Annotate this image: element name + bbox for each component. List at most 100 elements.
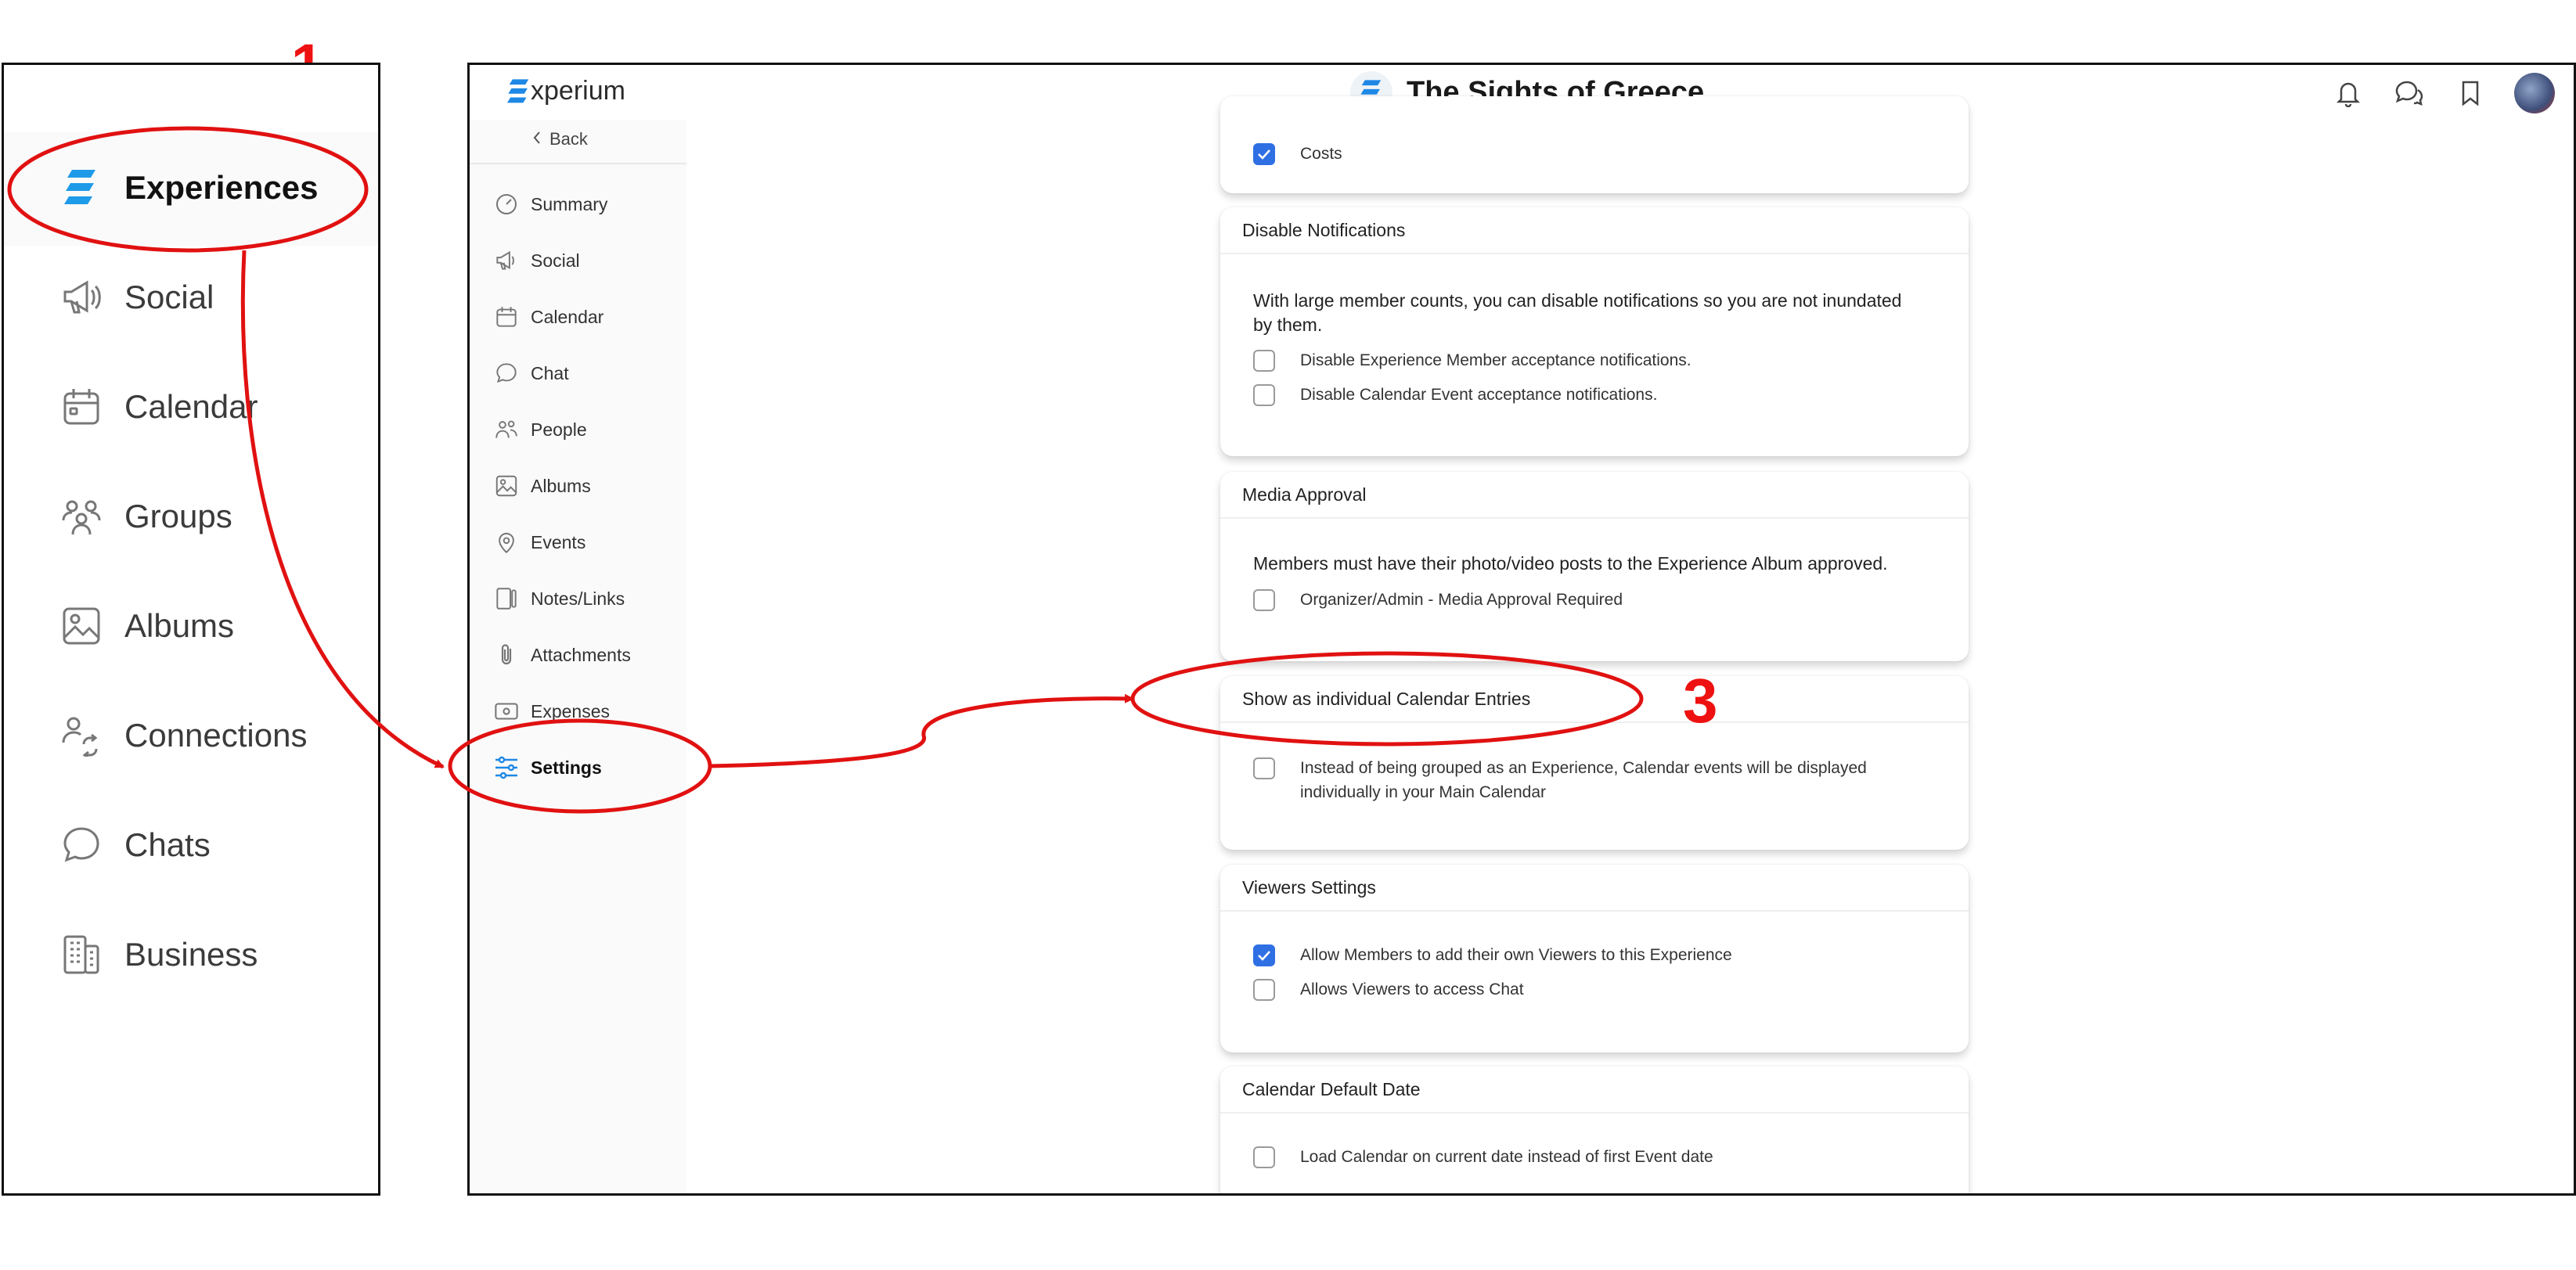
location-pin-icon xyxy=(493,529,520,556)
brand-logo[interactable]: xperium xyxy=(507,76,625,106)
checkbox-checked[interactable] xyxy=(1253,143,1275,165)
menu-item-albums[interactable]: Albums xyxy=(60,599,234,653)
paperclip-icon xyxy=(493,642,520,668)
nav-label: Expenses xyxy=(531,700,611,721)
nav-item-events[interactable]: Events xyxy=(493,527,585,558)
checkbox-label: Load Calendar on current date instead of… xyxy=(1300,1148,1713,1166)
nav-label: Attachments xyxy=(531,644,631,665)
card-disable-notifications: Disable Notifications With large member … xyxy=(1220,207,1969,456)
card-costs: Costs xyxy=(1220,96,1969,193)
nav-item-expenses[interactable]: Expenses xyxy=(493,696,610,727)
menu-item-groups[interactable]: Groups xyxy=(60,489,232,544)
avatar[interactable] xyxy=(2514,73,2555,113)
card-title: Disable Notifications xyxy=(1220,207,1969,254)
megaphone-icon xyxy=(493,247,520,274)
card-title: Viewers Settings xyxy=(1220,865,1969,912)
back-label: Back xyxy=(549,129,588,149)
chat-icon[interactable] xyxy=(2392,76,2426,110)
notes-icon xyxy=(493,585,520,612)
nav-item-summary[interactable]: Summary xyxy=(493,189,607,220)
menu-item-social[interactable]: Social xyxy=(60,270,214,325)
card-description: With large member counts, you can disabl… xyxy=(1253,290,1902,335)
people-group-icon xyxy=(60,495,103,538)
nav-label: Calendar xyxy=(531,306,604,327)
checkbox-label: Allow Members to add their own Viewers t… xyxy=(1300,946,1732,964)
checkbox-row[interactable]: Disable Calendar Event acceptance notifi… xyxy=(1253,384,1657,407)
menu-item-label: Connections xyxy=(124,717,308,754)
checkbox-row[interactable]: Load Calendar on current date instead of… xyxy=(1253,1146,1713,1169)
nav-label: People xyxy=(531,419,587,440)
checkbox[interactable] xyxy=(1253,384,1275,406)
card-calendar-default-date: Calendar Default Date Load Calendar on c… xyxy=(1220,1067,1969,1193)
menu-item-label: Groups xyxy=(124,498,232,534)
image-icon xyxy=(493,473,520,499)
nav-item-albums[interactable]: Albums xyxy=(493,470,591,502)
menu-item-experiences[interactable]: Experiences xyxy=(60,160,319,215)
back-button[interactable]: Back xyxy=(532,129,588,149)
card-media-approval: Media Approval Members must have their p… xyxy=(1220,472,1969,661)
nav-label: Albums xyxy=(531,475,591,496)
checkbox[interactable] xyxy=(1253,757,1275,779)
checkbox-row[interactable]: Disable Experience Member acceptance not… xyxy=(1253,350,1692,372)
checkbox-row[interactable]: Instead of being grouped as an Experienc… xyxy=(1253,757,1895,804)
menu-item-label: Business xyxy=(124,936,258,973)
nav-item-attachments[interactable]: Attachments xyxy=(493,639,631,671)
chat-bubble-icon xyxy=(493,360,520,387)
checkbox[interactable] xyxy=(1253,589,1275,611)
menu-item-connections[interactable]: Connections xyxy=(60,708,307,763)
gauge-icon xyxy=(493,191,520,218)
card-calendar-entries: Show as individual Calendar Entries Inst… xyxy=(1220,676,1969,850)
checkbox-label: Instead of being grouped as an Experienc… xyxy=(1300,759,1867,801)
menu-item-label: Experiences xyxy=(124,169,319,206)
card-title: Calendar Default Date xyxy=(1220,1067,1969,1113)
nav-item-settings[interactable]: Settings xyxy=(493,752,602,783)
nav-item-chat[interactable]: Chat xyxy=(493,358,569,389)
calendar-icon xyxy=(493,304,520,330)
experium-logo-icon xyxy=(60,167,103,209)
checkbox-checked[interactable] xyxy=(1253,944,1275,966)
bookmark-icon[interactable] xyxy=(2453,76,2488,110)
checkbox-row[interactable]: Organizer/Admin - Media Approval Require… xyxy=(1253,589,1623,612)
checkbox-label: Disable Calendar Event acceptance notifi… xyxy=(1300,386,1658,404)
settings-content: Costs Disable Notifications With large m… xyxy=(686,96,2574,1193)
checkbox-label: Disable Experience Member acceptance not… xyxy=(1300,351,1692,369)
megaphone-icon xyxy=(60,276,103,318)
experium-logo-icon xyxy=(507,78,529,103)
people-icon xyxy=(493,416,520,443)
bell-icon[interactable] xyxy=(2331,76,2365,110)
top-actions xyxy=(2331,73,2555,113)
card-title: Show as individual Calendar Entries xyxy=(1220,676,1969,723)
checkbox[interactable] xyxy=(1253,350,1275,372)
brand-name: xperium xyxy=(531,76,625,106)
menu-item-calendar[interactable]: Calendar xyxy=(60,380,258,434)
nav-item-people[interactable]: People xyxy=(493,414,587,445)
chat-bubble-icon xyxy=(60,824,103,866)
step-number-3: 3 xyxy=(1683,666,1718,736)
nav-item-social[interactable]: Social xyxy=(493,245,580,276)
checkbox-label: Allows Viewers to access Chat xyxy=(1300,980,1524,998)
calendar-icon xyxy=(60,386,103,428)
card-viewers-settings: Viewers Settings Allow Members to add th… xyxy=(1220,865,1969,1052)
nav-divider xyxy=(470,163,686,164)
menu-item-chats[interactable]: Chats xyxy=(60,818,211,872)
checkbox-row[interactable]: Allows Viewers to access Chat xyxy=(1253,979,1524,1002)
menu-item-label: Social xyxy=(124,279,214,315)
nav-item-calendar[interactable]: Calendar xyxy=(493,301,603,333)
nav-label: Notes/Links xyxy=(531,588,625,609)
menu-item-label: Calendar xyxy=(124,388,258,425)
app-window: xperium The Sights of Greece Back Summar… xyxy=(467,63,2576,1196)
checkbox-row[interactable]: Allow Members to add their own Viewers t… xyxy=(1253,944,1732,967)
wallet-icon xyxy=(493,698,520,725)
building-icon xyxy=(60,934,103,976)
experience-side-nav: Back Summary Social Calendar Chat People… xyxy=(470,120,688,1193)
menu-item-business[interactable]: Business xyxy=(60,927,258,982)
nav-label: Chat xyxy=(531,362,569,383)
checkbox[interactable] xyxy=(1253,1146,1275,1168)
sliders-icon xyxy=(493,754,520,781)
checkbox-costs-row[interactable]: Costs xyxy=(1253,143,1342,166)
connections-icon xyxy=(60,714,103,757)
nav-label: Events xyxy=(531,531,586,552)
menu-item-label: Albums xyxy=(124,607,235,644)
checkbox[interactable] xyxy=(1253,979,1275,1001)
nav-item-notes-links[interactable]: Notes/Links xyxy=(493,583,625,614)
